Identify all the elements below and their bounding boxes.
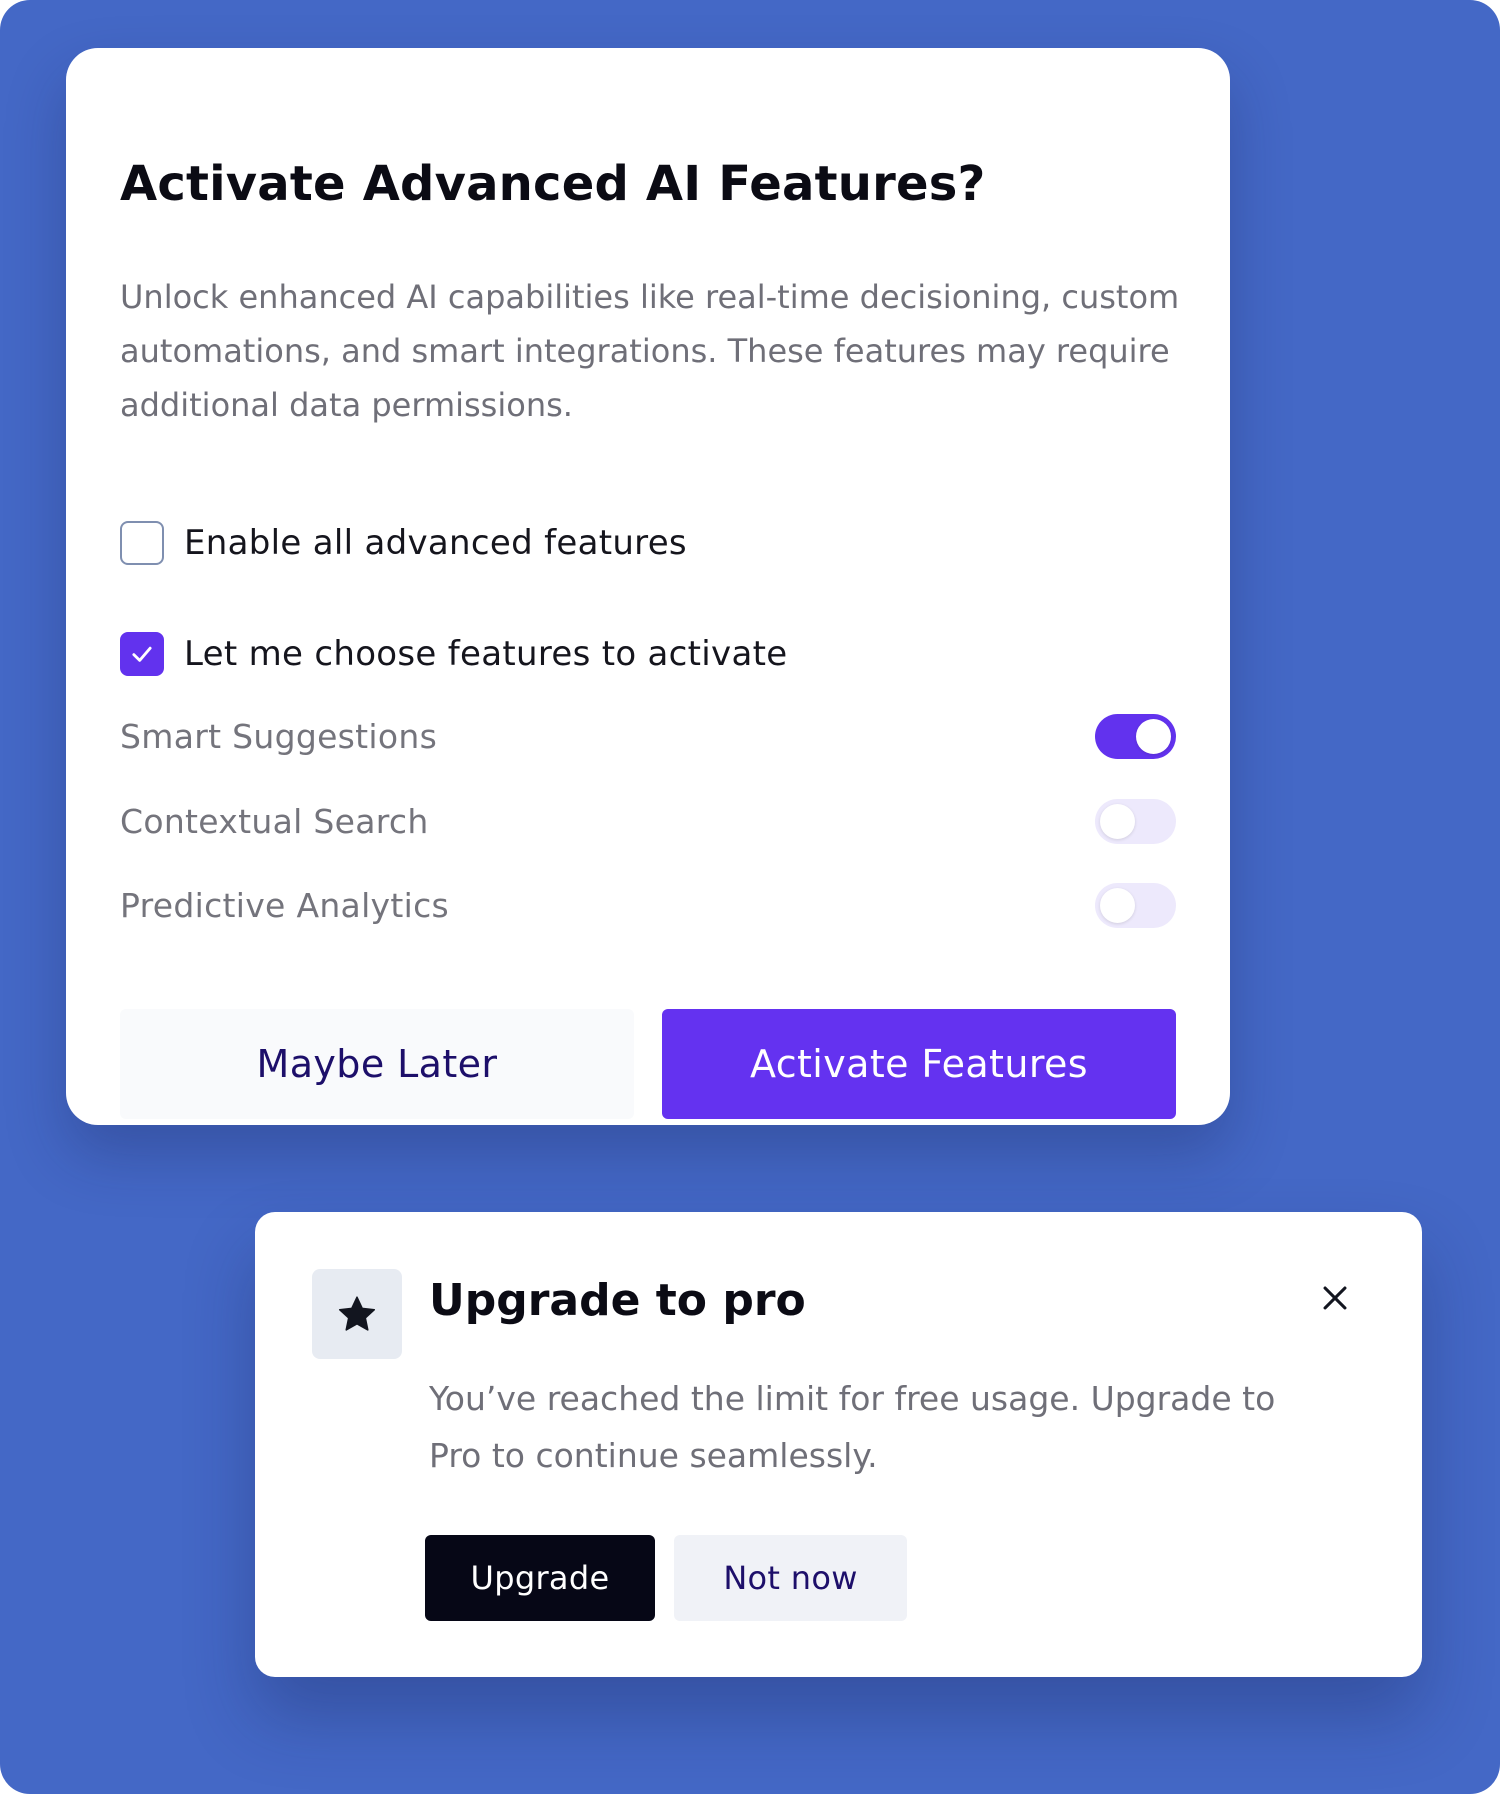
toast-title: Upgrade to pro [429,1275,806,1326]
choose-features-checkbox[interactable] [120,632,164,676]
feature-label-smart-suggestions: Smart Suggestions [120,716,438,756]
feature-label-predictive-analytics: Predictive Analytics [120,885,450,925]
feature-row-smart-suggestions: Smart Suggestions [120,711,1176,761]
feature-row-contextual-search: Contextual Search [120,796,1176,846]
page-background: Activate Advanced AI Features? Unlock en… [0,0,1500,1794]
feature-row-predictive-analytics: Predictive Analytics [120,880,1176,930]
close-button[interactable] [1315,1278,1355,1318]
enable-all-option[interactable]: Enable all advanced features [120,521,687,565]
star-icon [338,1296,376,1331]
checkmark-icon [132,646,152,662]
toast-description: You’ve reached the limit for free usage.… [429,1379,1276,1475]
toggle-knob [1136,718,1171,754]
not-now-button[interactable]: Not now [674,1535,907,1621]
enable-all-checkbox[interactable] [120,521,164,565]
contextual-search-toggle[interactable] [1095,798,1176,844]
upgrade-toast: Upgrade to pro You’ve reached the limit … [255,1212,1422,1677]
dialog-description: Unlock enhanced AI capabilities like rea… [120,278,1180,424]
dialog-title: Activate Advanced AI Features? [120,156,986,212]
predictive-analytics-toggle[interactable] [1095,882,1176,928]
upgrade-button[interactable]: Upgrade [425,1535,655,1621]
toggle-knob [1100,887,1135,923]
activate-features-dialog: Activate Advanced AI Features? Unlock en… [66,48,1230,1125]
star-icon-container [312,1269,402,1359]
feature-label-contextual-search: Contextual Search [120,801,429,841]
activate-features-button[interactable]: Activate Features [662,1009,1176,1119]
choose-features-label: Let me choose features to activate [184,634,788,674]
close-icon [1323,1286,1347,1310]
maybe-later-button[interactable]: Maybe Later [120,1009,634,1119]
smart-suggestions-toggle[interactable] [1095,713,1176,759]
choose-features-option[interactable]: Let me choose features to activate [120,632,787,676]
enable-all-label: Enable all advanced features [184,523,687,563]
toggle-knob [1100,803,1135,839]
